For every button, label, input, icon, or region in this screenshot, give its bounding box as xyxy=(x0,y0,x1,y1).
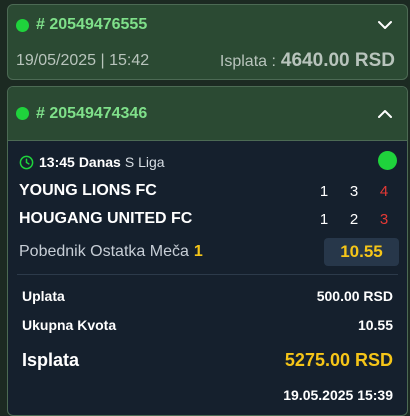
pick-label: Pobednik Ostatka Meča xyxy=(19,243,189,260)
chevron-down-icon[interactable] xyxy=(375,15,395,35)
ticket-id: # 20549476555 xyxy=(36,16,148,33)
stake-value: 500.00 RSD xyxy=(316,288,393,304)
ticket-datetime: 19/05/2025 | 15:42 xyxy=(16,52,150,69)
ticket-header[interactable]: # 20549476555 xyxy=(8,5,407,45)
payout-label: Isplata : xyxy=(219,53,276,70)
ticket-subinfo: 19/05/2025 | 15:42 Isplata : 4640.00 RSD xyxy=(16,49,395,73)
score-cell: 1 xyxy=(319,210,329,228)
ticket-timestamp: 19.05.2025 15:39 xyxy=(283,387,393,403)
ticket-payout: Isplata : 4640.00 RSD xyxy=(220,50,395,72)
live-indicator-icon xyxy=(378,151,397,170)
status-dot-icon xyxy=(16,107,29,120)
team-name: YOUNG LIONS FC xyxy=(19,182,157,199)
ticket-id: # 20549474346 xyxy=(36,104,148,122)
score-cell: 3 xyxy=(349,182,359,200)
total-odds-value: 10.55 xyxy=(357,317,393,333)
odd-badge: 10.55 xyxy=(324,238,399,266)
status-dot-icon xyxy=(16,18,29,32)
chevron-up-icon[interactable] xyxy=(375,104,395,124)
team-row-home: YOUNG LIONS FC 1 3 4 xyxy=(19,180,399,202)
summary-odds-row: Ukupna Kvota 10.55 xyxy=(22,314,393,336)
match-info-row: 13:45 Danas S Liga xyxy=(19,151,399,171)
team-row-away: HOUGANG UNITED FC 1 2 3 xyxy=(19,208,399,230)
stake-label: Uplata xyxy=(22,288,65,304)
score-cell: 1 xyxy=(319,182,329,200)
score-cell-highlight: 4 xyxy=(379,182,389,200)
summary-stake-row: Uplata 500.00 RSD xyxy=(22,285,393,307)
clock-icon xyxy=(19,155,34,169)
match-league: S Liga xyxy=(124,154,165,170)
team-name: HOUGANG UNITED FC xyxy=(19,210,193,227)
ticket-card-expanded[interactable]: # 20549474346 13:45 Danas S Liga YOUNG L… xyxy=(7,86,408,416)
pick-value: 1 xyxy=(193,243,203,260)
score-cell: 2 xyxy=(349,210,359,228)
summary-payout-row: Isplata 5275.00 RSD xyxy=(22,346,393,374)
total-odds-label: Ukupna Kvota xyxy=(22,317,117,333)
bet-pick-row: Pobednik Ostatka Meča 1 10.55 xyxy=(19,237,399,267)
payout-value: 5275.00 RSD xyxy=(284,349,393,370)
match-day: Danas xyxy=(78,154,121,170)
payout-label: Isplata xyxy=(22,349,80,370)
match-time: 13:45 xyxy=(39,154,75,170)
ticket-card-collapsed[interactable]: # 20549476555 19/05/2025 | 15:42 Isplata… xyxy=(7,4,408,80)
payout-amount: 4640.00 RSD xyxy=(280,50,395,71)
score-cell-highlight: 3 xyxy=(379,210,389,228)
ticket-header[interactable]: # 20549474346 xyxy=(8,87,407,141)
pick-label-wrap: Pobednik Ostatka Meča 1 xyxy=(19,243,324,261)
divider xyxy=(17,274,398,275)
